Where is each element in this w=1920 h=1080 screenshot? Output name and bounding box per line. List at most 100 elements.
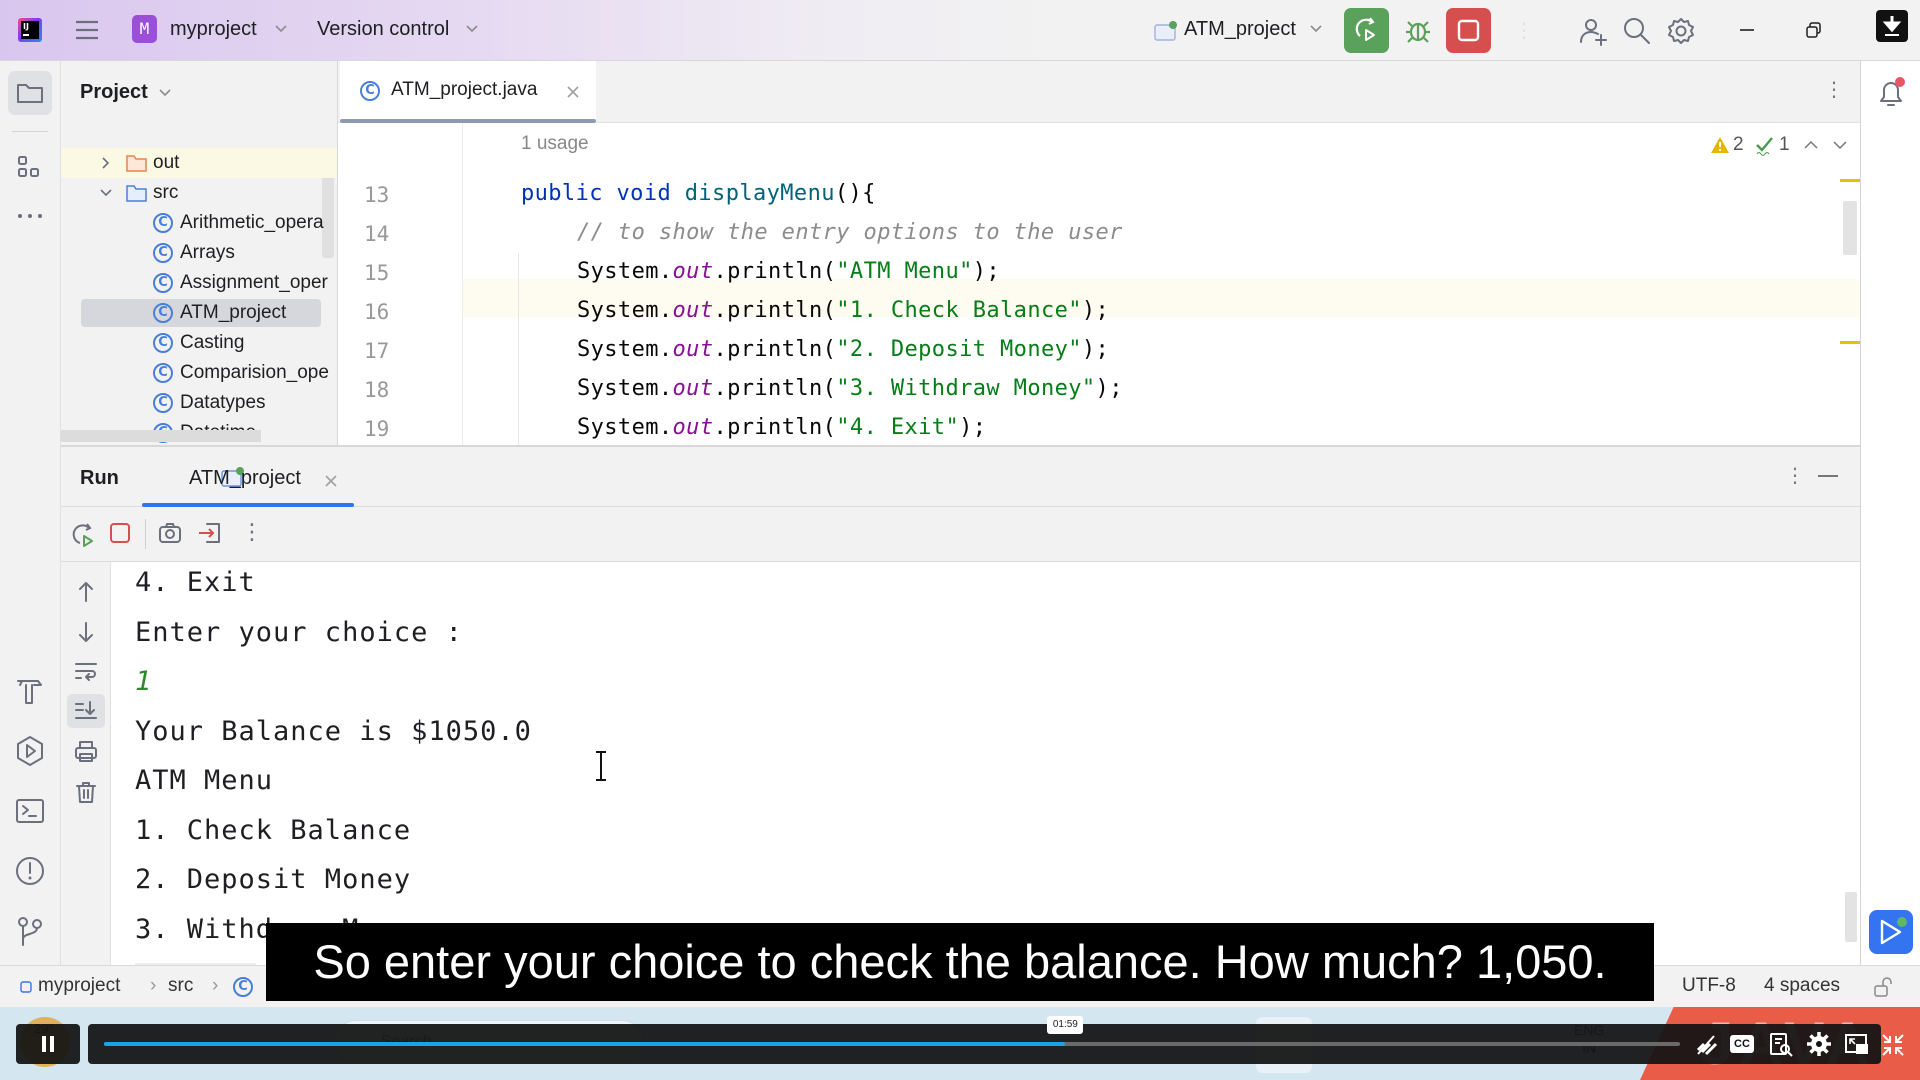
settings-gear-icon[interactable]	[1806, 1031, 1832, 1057]
code-with-me-button[interactable]	[1578, 16, 1608, 46]
editor-tabs-more-button[interactable]: ⋮	[1824, 77, 1844, 103]
tree-item[interactable]: C ATM_project	[61, 298, 337, 328]
breadcrumb-item-src[interactable]: src	[168, 975, 193, 997]
exit-icon[interactable]	[197, 520, 223, 546]
tree-item-label: ATM_project	[180, 302, 287, 323]
next-highlight-icon[interactable]	[1833, 140, 1847, 150]
chevron-down-icon[interactable]	[99, 186, 113, 200]
pause-icon	[42, 1036, 54, 1052]
rerun-button[interactable]	[1344, 8, 1389, 53]
indent-setting[interactable]: 4 spaces	[1764, 975, 1840, 997]
run-panel-options-button[interactable]: ⋮	[1785, 463, 1805, 489]
warning-marker[interactable]	[1840, 179, 1860, 182]
code-line[interactable]: // to show the entry options to the user	[577, 220, 1123, 245]
exit-fullscreen-icon[interactable]	[1880, 1032, 1906, 1058]
console-scrollbar[interactable]	[1845, 892, 1857, 942]
inspection-widget[interactable]: 2 1	[1708, 132, 1858, 160]
search-icon	[1624, 18, 1650, 44]
stop-button[interactable]	[1446, 8, 1491, 53]
rerun-icon[interactable]	[69, 520, 97, 548]
chevron-right-icon[interactable]	[99, 156, 113, 170]
code-line[interactable]: System.out.println("3. Withdraw Money");	[577, 376, 1123, 401]
run-widget-button[interactable]	[1869, 910, 1913, 954]
more-tools-button[interactable]	[12, 201, 48, 231]
structure-tool-button[interactable]	[12, 151, 48, 187]
more-actions-button[interactable]: ⋮	[1514, 18, 1534, 44]
unlock-icon[interactable]	[1872, 976, 1894, 998]
tree-item[interactable]: C Casting	[61, 328, 337, 358]
tree-item-label: Assignment_oper	[180, 272, 328, 293]
indent-guide	[518, 253, 519, 445]
file-encoding[interactable]: UTF-8	[1682, 975, 1736, 997]
arrow-down-icon[interactable]	[73, 619, 99, 645]
transcript-icon[interactable]	[1768, 1032, 1794, 1058]
build-tool-button[interactable]	[12, 673, 48, 709]
close-tab-icon[interactable]	[324, 474, 338, 488]
usage-hint[interactable]: 1 usage	[521, 133, 589, 155]
scroll-to-end-icon	[75, 701, 97, 719]
intellij-logo-icon[interactable]: IJ	[18, 18, 42, 42]
problems-tool-button[interactable]	[12, 853, 48, 889]
console-input-line: 1	[135, 666, 153, 697]
code-token: .println(	[713, 415, 837, 440]
code-line[interactable]: System.out.println("ATM Menu");	[577, 259, 1000, 284]
editor-tab-atm-project[interactable]: C ATM_project.java	[340, 61, 596, 123]
code-line[interactable]: System.out.println("2. Deposit Money");	[577, 337, 1109, 362]
scroll-to-end-button[interactable]	[67, 694, 105, 728]
mute-icon[interactable]	[1694, 1032, 1720, 1056]
arrow-up-icon[interactable]	[73, 579, 99, 605]
project-panel-title[interactable]: Project	[80, 81, 171, 104]
tree-item-label: Datatypes	[180, 392, 266, 413]
git-tool-button[interactable]	[12, 913, 48, 949]
code-token: .println(	[713, 259, 837, 284]
minimize-window-button[interactable]	[1732, 16, 1762, 46]
editor-scrollbar[interactable]	[1843, 201, 1857, 255]
restore-window-button[interactable]	[1798, 16, 1828, 46]
tree-item[interactable]: C Comparision_ope	[61, 358, 337, 388]
warning-icon	[1711, 137, 1729, 153]
trash-icon[interactable]	[73, 779, 99, 805]
previous-highlight-icon[interactable]	[1804, 140, 1818, 150]
hammer-icon	[17, 680, 42, 704]
print-icon[interactable]	[73, 739, 99, 765]
code-line[interactable]: System.out.println("1. Check Balance");	[577, 298, 1109, 323]
tree-item[interactable]: C Assignment_oper	[61, 268, 337, 298]
close-window-button[interactable]	[1876, 10, 1908, 42]
warning-marker[interactable]	[1840, 341, 1860, 344]
stop-icon[interactable]	[108, 521, 132, 545]
close-tab-icon[interactable]	[566, 85, 580, 99]
download-arrow-icon	[1882, 16, 1902, 36]
tree-item[interactable]: C Arrays	[61, 238, 337, 268]
miniplayer-icon[interactable]	[1844, 1032, 1870, 1058]
terminal-tool-button[interactable]	[12, 793, 48, 829]
seek-track[interactable]	[104, 1042, 1680, 1046]
run-panel-title: Run	[80, 467, 119, 489]
tree-item[interactable]: C Arithmetic_opera	[61, 208, 337, 238]
debug-button[interactable]	[1400, 12, 1436, 48]
tree-item[interactable]: C Datatypes	[61, 388, 337, 418]
services-tool-button[interactable]	[12, 733, 48, 769]
version-control-menu[interactable]: Version control	[316, 14, 486, 48]
tree-item[interactable]: out	[61, 148, 337, 178]
code-token: );	[972, 259, 1001, 284]
hide-run-panel-button[interactable]	[1818, 475, 1838, 477]
project-switcher[interactable]: M myproject	[132, 14, 292, 48]
soft-wrap-icon[interactable]	[73, 659, 99, 685]
code-line[interactable]: System.out.println("4. Exit");	[577, 415, 986, 440]
code-line[interactable]: public void displayMenu(){	[521, 181, 876, 206]
problems-icon	[16, 857, 44, 885]
search-everywhere-button[interactable]	[1622, 16, 1652, 46]
settings-button[interactable]	[1666, 16, 1696, 46]
pause-button[interactable]	[16, 1024, 80, 1064]
project-tool-button[interactable]	[8, 71, 52, 115]
main-menu-button[interactable]	[74, 19, 100, 41]
run-configuration-selector[interactable]: ATM_project	[1150, 14, 1330, 48]
camera-icon[interactable]	[157, 520, 183, 546]
folder-icon	[126, 185, 147, 202]
tree-item[interactable]: src	[61, 178, 337, 208]
more-run-actions-button[interactable]: ⋮	[241, 519, 263, 547]
captions-button[interactable]: CC	[1730, 1035, 1754, 1053]
breadcrumb-item-project[interactable]: myproject	[38, 975, 120, 997]
notifications-button[interactable]	[1871, 73, 1911, 113]
horizontal-scrollbar[interactable]	[61, 430, 261, 442]
